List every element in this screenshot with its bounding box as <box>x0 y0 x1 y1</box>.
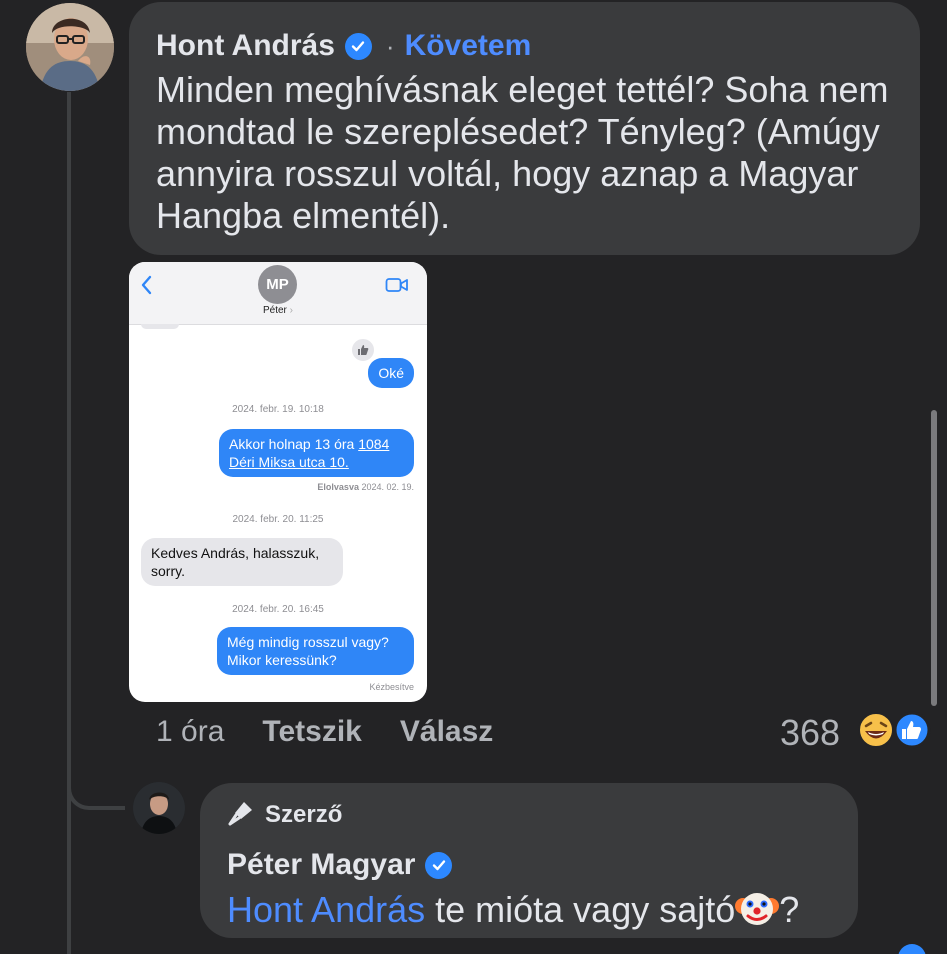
attached-screenshot[interactable]: MP Péter › Oké 2024. febr. 19. 10:18 Akk… <box>129 262 427 702</box>
reply-author[interactable]: Péter Magyar <box>227 848 415 882</box>
laughing-emoji-icon <box>858 712 894 748</box>
reaction-count[interactable]: 368 <box>780 712 840 754</box>
reaction-icons[interactable] <box>857 710 937 752</box>
delivered-status: Kézbesítve <box>369 682 414 692</box>
author-badge: Szerző <box>227 797 832 833</box>
message-out: Még mindig rosszul vagy? Mikor keressünk? <box>217 627 414 675</box>
thread-line <box>67 92 71 954</box>
like-button[interactable]: Tetszik <box>262 715 361 749</box>
profile-photo <box>26 3 114 91</box>
comment-header: Hont András · Követem <box>156 26 894 66</box>
scrollbar[interactable] <box>931 410 937 706</box>
follow-status[interactable]: Követem <box>405 29 532 63</box>
reply-connector <box>67 760 125 810</box>
timestamp: 2024. febr. 20. 16:45 <box>232 604 324 615</box>
timestamp: 2024. febr. 20. 11:25 <box>232 514 324 525</box>
comment-actions: 1 óra Tetszik Válasz <box>156 712 493 752</box>
comment-author[interactable]: Hont András <box>156 29 335 63</box>
reply-header: Péter Magyar <box>227 845 832 885</box>
thumbs-up-tapback-icon <box>350 337 376 363</box>
like-icon <box>893 711 931 749</box>
author-badge-label: Szerző <box>265 801 343 828</box>
mention-link[interactable]: Hont András <box>227 889 425 930</box>
reply-button[interactable]: Válasz <box>400 715 493 749</box>
clipped-message-bubble <box>141 324 179 329</box>
reply-bubble: Szerző Péter Magyar Hont András te mióta… <box>200 783 858 938</box>
read-receipt: Elolvasva 2024. 02. 19. <box>317 482 414 492</box>
message-out-address: Akkor holnap 13 óra 1084 Déri Miksa utca… <box>219 429 414 477</box>
timestamp: 2024. febr. 19. 10:18 <box>232 404 324 415</box>
conversation-header: MP Péter › <box>129 262 427 325</box>
back-chevron-icon <box>139 274 153 301</box>
contact-avatar: MP <box>258 265 297 304</box>
verified-badge-icon <box>344 32 372 60</box>
comment-time[interactable]: 1 óra <box>156 715 224 749</box>
contact-name: Péter › <box>262 305 294 316</box>
reply-avatar[interactable] <box>133 782 185 834</box>
verified-badge-icon <box>425 851 453 879</box>
like-icon <box>898 944 926 954</box>
clown-emoji-icon <box>735 888 780 938</box>
message-out-oke: Oké <box>368 358 414 388</box>
avatar[interactable] <box>26 3 114 91</box>
comment-text: Minden meghívásnak eleget tettél? Soha n… <box>156 69 889 236</box>
reply-text: Hont András te mióta vagy sajtó ? <box>227 888 832 938</box>
message-in: Kedves András, halasszuk, sorry. <box>141 538 343 586</box>
profile-photo <box>133 782 185 834</box>
microphone-icon <box>227 799 255 832</box>
comment-bubble: Hont András · Követem Minden meghívásnak… <box>129 2 920 255</box>
video-call-icon <box>385 277 409 298</box>
separator-dot: · <box>385 30 395 61</box>
